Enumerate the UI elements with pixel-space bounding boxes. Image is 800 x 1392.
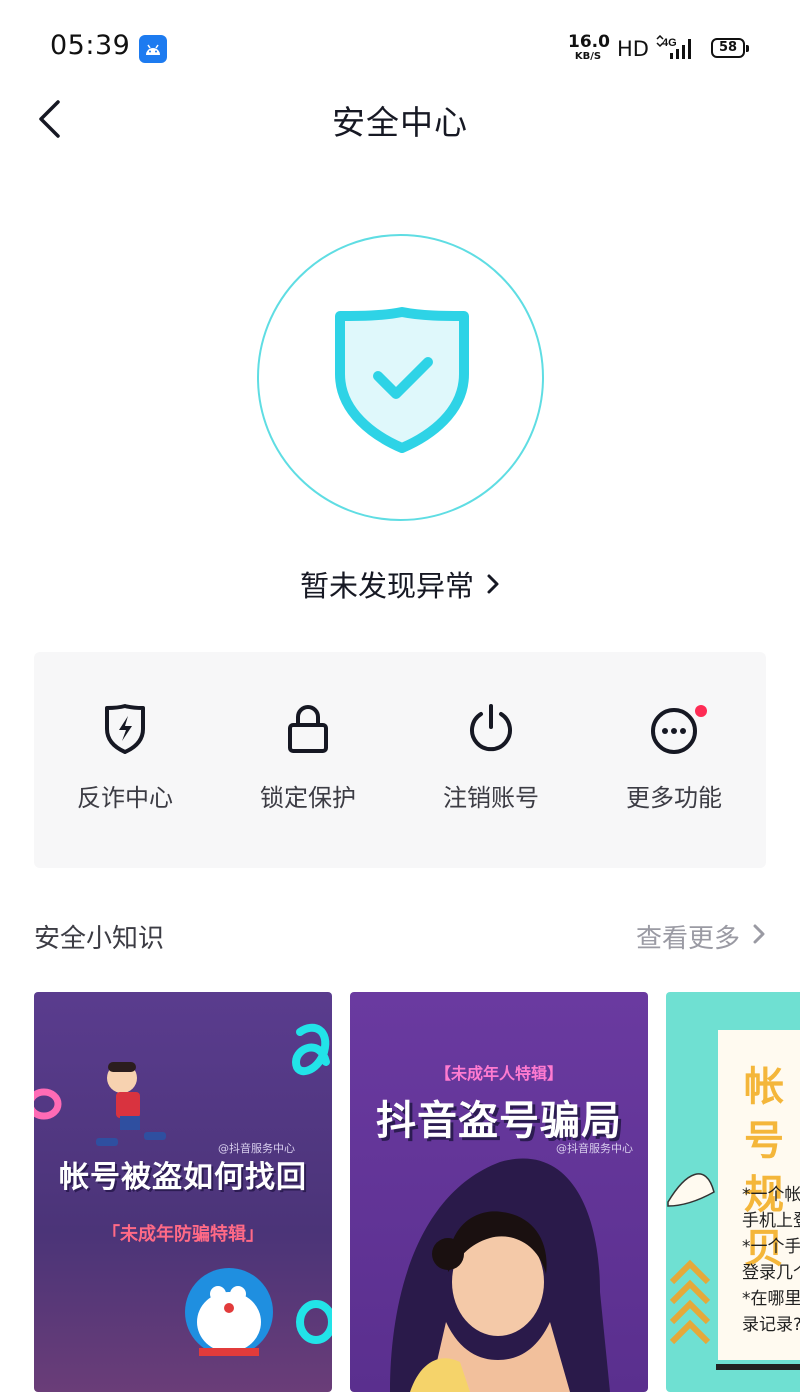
card-title: 抖音盗号骗局 (376, 1098, 622, 1144)
feature-panel: 反诈中心 锁定保护 注销账号 更多功能 (34, 652, 766, 868)
net-speed: 16.0 KB/S (568, 32, 610, 62)
view-more-label: 查看更多 (635, 924, 740, 954)
feature-cancel-account[interactable]: 注销账号 (416, 702, 566, 813)
tip-card[interactable]: 帐号规贝 *一个帐 手机上登 *一个手 登录几个 *在哪里 录记录? (666, 992, 800, 1392)
chevron-right-icon (752, 922, 766, 952)
status-bar: 05:39 16.0 KB/S HD 4G 58 (0, 0, 800, 96)
tip-card[interactable]: @抖音服务中心 帐号被盗如何找回 「未成年防骗特辑」 (34, 992, 332, 1392)
card-subtitle: 「未成年防骗特辑」 (102, 1224, 264, 1245)
card-text-line: *在哪里 (742, 1289, 800, 1309)
security-status-text: 暂未发现异常 (299, 569, 474, 603)
notification-badge (695, 705, 707, 717)
network-type: 4G (662, 37, 677, 49)
feature-label: 锁定保护 (260, 784, 356, 812)
battery-indicator: 58 (711, 38, 749, 58)
shield-bolt-icon (50, 702, 200, 756)
card-text-line: 录记录? (742, 1315, 800, 1335)
chevron-right-icon (486, 568, 500, 602)
card-text-line: *一个帐 (742, 1185, 800, 1205)
feature-label: 注销账号 (443, 784, 539, 812)
view-more-link[interactable]: 查看更多 (636, 918, 766, 955)
card-credit: @抖音服务中心 (556, 1142, 633, 1155)
lock-icon (233, 702, 383, 756)
shield-check-icon (335, 307, 469, 453)
feature-label: 反诈中心 (77, 784, 173, 812)
card-text: *一个帐 手机上登 *一个手 登录几个 *在哪里 录记录? (742, 1182, 800, 1338)
feature-more[interactable]: 更多功能 (599, 702, 749, 813)
net-speed-unit: KB/S (574, 51, 602, 62)
card-tag: 【未成年人特辑】 (434, 1064, 563, 1083)
tips-title: 安全小知识 (34, 924, 165, 954)
more-icon (599, 702, 749, 756)
page-title: 安全中心 (332, 103, 468, 142)
card-title: 帐号被盗如何找回 (59, 1160, 307, 1195)
nav-bar: 安全中心 (0, 96, 800, 142)
tips-section-header: 安全小知识 查看更多 (34, 916, 766, 956)
card-text-line: *一个手 (742, 1237, 800, 1257)
security-status-link[interactable]: 暂未发现异常 (0, 563, 800, 605)
card-title-line: 帐号 (744, 1064, 786, 1164)
hd-indicator: HD (617, 37, 649, 61)
card-text-line: 手机上登 (742, 1211, 800, 1231)
security-status-ring (257, 234, 544, 521)
signal-icon: 4G (656, 34, 698, 65)
feature-label: 更多功能 (626, 784, 722, 812)
feature-lock-protection[interactable]: 锁定保护 (233, 702, 383, 813)
power-icon (416, 702, 566, 756)
card-illustration (390, 1158, 610, 1392)
android-app-icon (139, 35, 167, 63)
card-text-line: 登录几个 (742, 1263, 800, 1283)
status-time: 05:39 (50, 30, 131, 61)
feature-anti-fraud[interactable]: 反诈中心 (50, 702, 200, 813)
tip-card[interactable]: 【未成年人特辑】 抖音盗号骗局 @抖音服务中心 (350, 992, 648, 1392)
net-speed-value: 16.0 (568, 32, 610, 52)
